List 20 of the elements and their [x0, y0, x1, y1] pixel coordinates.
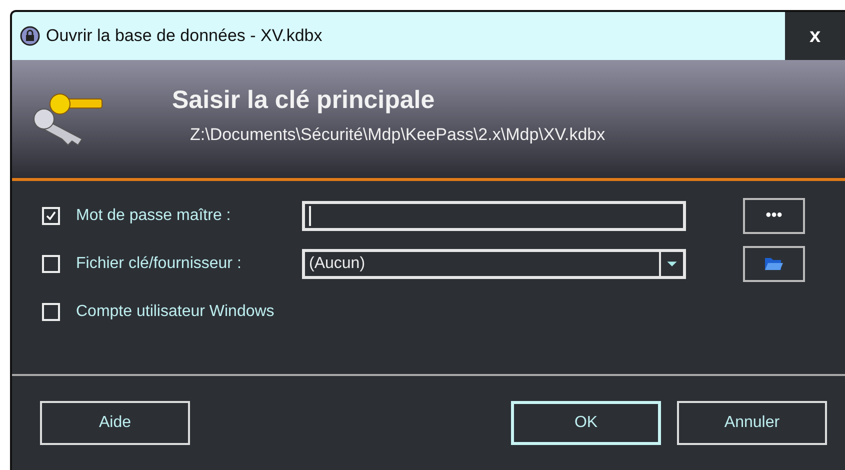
file-path: Z:\Documents\Sécurité\Mdp\KeePass\2.x\Mdp\XV.kdbx — [190, 124, 606, 144]
dialog-button[interactable]: OK — [511, 401, 661, 445]
checkbox[interactable] — [42, 303, 60, 321]
show-password-button[interactable]: ••• — [743, 198, 805, 234]
password-field[interactable] — [302, 201, 686, 231]
header-title: Saisir la clé principale — [172, 86, 436, 114]
window-title: Ouvrir la base de données - XV.kdbx — [46, 26, 324, 46]
folder-icon — [764, 256, 784, 272]
check-icon — [45, 210, 57, 222]
close-button[interactable]: x — [785, 12, 845, 60]
option-label: Mot de passe maître : — [76, 207, 232, 225]
option-label: Fichier clé/fournisseur : — [76, 255, 242, 273]
browse-button[interactable] — [743, 246, 805, 282]
checkbox[interactable] — [42, 255, 60, 273]
option-label: Compte utilisateur Windows — [76, 303, 276, 321]
dialog-button[interactable]: Aide — [40, 401, 190, 445]
lock-icon — [20, 26, 40, 46]
dialog-button[interactable]: Annuler — [677, 401, 827, 445]
checkbox[interactable] — [42, 207, 60, 225]
key-file-dropdown[interactable]: (Aucun) — [302, 249, 686, 279]
